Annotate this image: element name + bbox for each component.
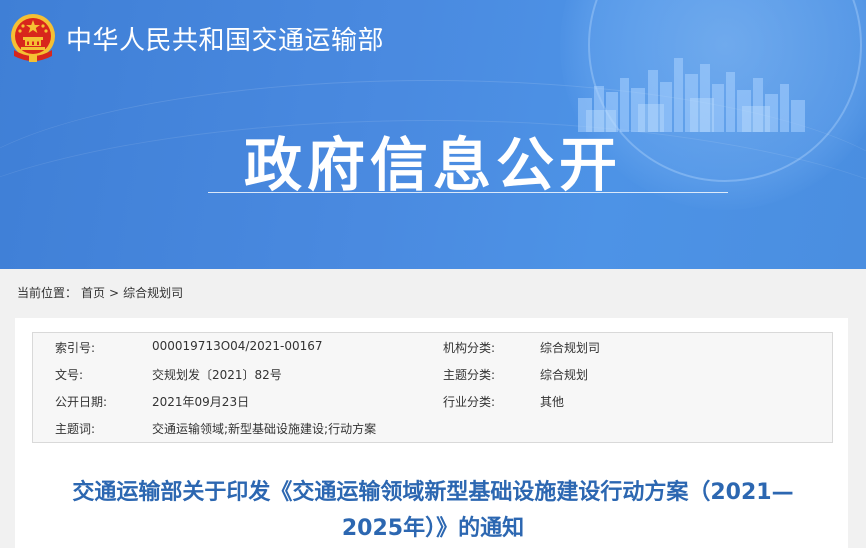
- breadcrumb-department-link[interactable]: 综合规划司: [123, 286, 183, 300]
- industry-category-value: 其他: [540, 395, 565, 409]
- breadcrumb-label: 当前位置：: [17, 286, 78, 300]
- banner-title: 政府信息公开: [243, 131, 622, 199]
- metadata-row: 公开日期: 2021年09月23日 行业分类: 其他: [33, 387, 832, 414]
- document-metadata-table: 索引号: 000019713O04/2021-00167 机构分类: 综合规划司…: [32, 332, 833, 443]
- document-number-value: 交规划发〔2021〕82号: [152, 368, 282, 382]
- header-banner: 中华人民共和国交通运输部 政府信息公开: [0, 0, 866, 269]
- industry-category-label: 行业分类:: [443, 395, 496, 409]
- publish-date-label: 公开日期:: [55, 395, 108, 409]
- metadata-row: 主题词: 交通运输领域;新型基础设施建设;行动方案: [33, 414, 832, 441]
- metadata-row: 文号: 交规划发〔2021〕82号 主题分类: 综合规划: [33, 360, 832, 387]
- national-emblem-icon[interactable]: [8, 10, 58, 64]
- agency-category-value: 综合规划司: [540, 341, 601, 355]
- banner-title-underline: [208, 192, 728, 193]
- document-title: 交通运输部关于印发《交通运输领域新型基础设施建设行动方案（2021— 2025年…: [20, 475, 846, 547]
- document-title-line: 交通运输部关于印发《交通运输领域新型基础设施建设行动方案（2021—: [72, 480, 794, 505]
- keywords-value: 交通运输领域;新型基础设施建设;行动方案: [152, 422, 377, 436]
- breadcrumb: 当前位置： 首页 > 综合规划司: [17, 284, 187, 301]
- document-number-label: 文号:: [55, 368, 84, 382]
- metadata-row: 索引号: 000019713O04/2021-00167 机构分类: 综合规划司: [33, 333, 832, 360]
- keywords-label: 主题词:: [55, 422, 96, 436]
- index-number-label: 索引号:: [55, 341, 96, 355]
- index-number-value: 000019713O04/2021-00167: [152, 339, 323, 353]
- topic-category-value: 综合规划: [540, 368, 589, 382]
- topic-category-label: 主题分类:: [443, 368, 496, 382]
- ministry-name[interactable]: 中华人民共和国交通运输部: [66, 20, 384, 57]
- breadcrumb-home-link[interactable]: 首页: [81, 286, 105, 300]
- breadcrumb-separator: >: [109, 286, 120, 300]
- publish-date-value: 2021年09月23日: [152, 395, 250, 409]
- agency-category-label: 机构分类:: [443, 341, 496, 355]
- document-title-line: 2025年）》的通知: [341, 516, 525, 541]
